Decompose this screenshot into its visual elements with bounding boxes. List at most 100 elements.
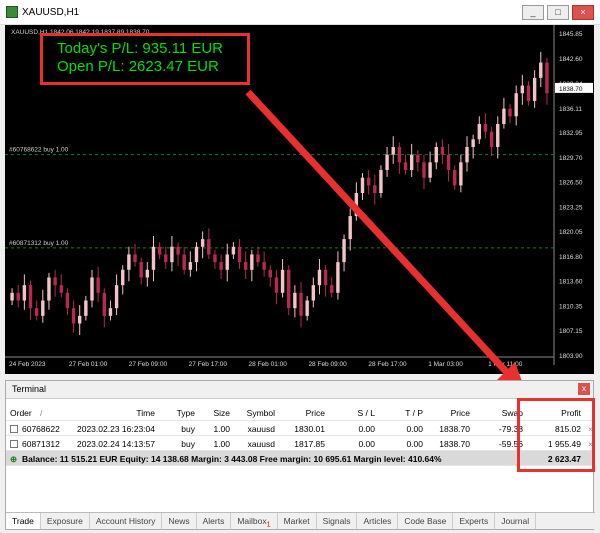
col-size[interactable]: Size: [213, 408, 230, 418]
price-tick-label: 1823.25: [559, 204, 583, 211]
time-tick-label: 27 Feb 09:00: [129, 361, 168, 368]
candle-body: [121, 269, 125, 286]
candle-body: [311, 285, 316, 301]
tab-mailbox[interactable]: Mailbox1: [231, 513, 278, 529]
tab-journal[interactable]: Journal: [495, 513, 537, 529]
expand-icon[interactable]: ⊕: [10, 454, 17, 465]
time-tick-label: 28 Feb 01:00: [249, 361, 288, 368]
candle-body: [526, 85, 531, 101]
trade-type: buy: [181, 424, 195, 434]
candle-body: [250, 254, 254, 270]
profit-highlight-box: [517, 398, 595, 472]
candle-body: [514, 93, 518, 117]
candle-body: [453, 170, 457, 186]
balance-row: ⊕ Balance: 11 515.21 EUR Equity: 14 138.…: [6, 451, 595, 466]
candle-body: [434, 146, 438, 163]
sort-icon[interactable]: /: [40, 408, 42, 418]
candle-body: [379, 170, 383, 194]
tab-experts[interactable]: Experts: [453, 513, 496, 529]
price-tick-label: 1820.05: [559, 229, 583, 236]
candle-body: [360, 177, 365, 194]
stop-loss: 0.00: [358, 424, 375, 434]
candle-body: [459, 162, 463, 186]
col-symbol[interactable]: Symbol: [247, 408, 275, 418]
trade-size: 1.00: [213, 424, 230, 434]
time-tick-label: 1 Mar 11:00: [488, 361, 523, 368]
candle-body: [293, 292, 297, 309]
table-row[interactable]: 60871312 2023.02.24 14:13:57 buy 1.00 xa…: [6, 436, 595, 451]
col-order[interactable]: Order: [10, 408, 32, 418]
tab-account-history[interactable]: Account History: [90, 513, 163, 529]
close-button[interactable]: ×: [572, 5, 594, 20]
candle-body: [496, 123, 500, 147]
col-type[interactable]: Type: [177, 408, 195, 418]
window-titlebar: XAUUSD,H1 _ □ ×: [0, 0, 600, 25]
trade-table: Order / Time Type Size Symbol Price S / …: [6, 405, 595, 466]
candle-body: [502, 108, 506, 124]
trade-symbol: xauusd: [247, 439, 275, 449]
candle-body: [194, 246, 199, 263]
price-tick-label: 1826.50: [559, 180, 583, 187]
price-tick-label: 1807.15: [559, 328, 583, 335]
col-cur-price[interactable]: Price: [451, 408, 470, 418]
col-sl[interactable]: S / L: [358, 408, 375, 418]
table-row[interactable]: 60768622 2023.02.23 16:23:04 buy 1.00 xa…: [6, 421, 595, 436]
tab-market[interactable]: Market: [278, 513, 317, 529]
candle-body: [133, 254, 137, 263]
price-tick-label: 1813.60: [559, 279, 583, 286]
time-tick-label: 27 Feb 01:00: [69, 361, 108, 368]
current-price-label: 1838.70: [559, 86, 583, 93]
time-tick-label: 28 Feb 09:00: [308, 361, 347, 368]
price-tick-label: 1836.11: [559, 106, 582, 113]
terminal-close-icon[interactable]: x: [578, 383, 590, 395]
candle-body: [16, 292, 20, 301]
candle-body: [483, 123, 488, 132]
candle-body: [305, 300, 309, 316]
maximize-button[interactable]: □: [547, 5, 569, 20]
candle-body: [127, 254, 131, 270]
col-time[interactable]: Time: [136, 408, 155, 418]
candle-body: [182, 254, 186, 270]
candle-body: [446, 154, 451, 171]
candle-body: [114, 285, 119, 309]
trade-type: buy: [181, 439, 195, 449]
candle-body: [385, 154, 389, 171]
candle-body: [336, 262, 340, 293]
candle-body: [188, 262, 193, 270]
col-tp[interactable]: T / P: [405, 408, 423, 418]
candle-body: [508, 108, 512, 117]
candle-body: [416, 154, 420, 163]
tab-alerts[interactable]: Alerts: [197, 513, 232, 529]
pl-open: Open P/L: 2623.47 EUR: [57, 58, 219, 75]
candle-body: [268, 269, 272, 278]
current-price: 1838.70: [439, 424, 470, 434]
candle-body: [237, 246, 242, 263]
stop-loss: 0.00: [358, 439, 375, 449]
candle-body: [151, 246, 156, 270]
candle-body: [90, 277, 94, 301]
price-chart[interactable]: XAUUSD,H1 1842.06 1842.19 1837.89 1838.7…: [5, 25, 594, 374]
minimize-button[interactable]: _: [522, 5, 544, 20]
candle-body: [71, 308, 76, 324]
tab-code-base[interactable]: Code Base: [398, 513, 454, 529]
candle-body: [53, 277, 57, 286]
candle-body: [330, 285, 334, 293]
candle-body: [323, 269, 328, 286]
candle-body: [28, 285, 33, 309]
tab-news[interactable]: News: [162, 513, 197, 529]
candle-body: [539, 62, 543, 78]
candle-body: [409, 154, 414, 171]
candle-body: [225, 254, 229, 270]
pl-info-box: Today's P/L: 935.11 EUR Open P/L: 2623.4…: [40, 33, 250, 85]
candle-body: [532, 77, 537, 101]
candle-body: [354, 193, 359, 217]
tab-articles[interactable]: Articles: [357, 513, 399, 529]
tab-exposure[interactable]: Exposure: [41, 513, 90, 529]
tab-trade[interactable]: Trade: [6, 513, 41, 529]
candle-body: [520, 85, 525, 94]
candle-body: [274, 277, 279, 293]
col-price[interactable]: Price: [306, 408, 325, 418]
candle-body: [477, 123, 482, 140]
tab-signals[interactable]: Signals: [317, 513, 358, 529]
take-profit: 0.00: [406, 424, 423, 434]
